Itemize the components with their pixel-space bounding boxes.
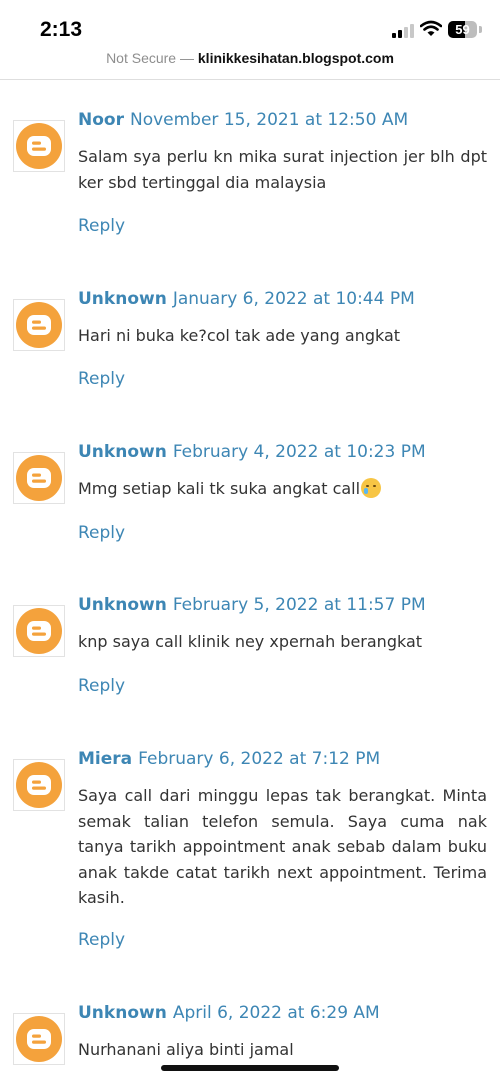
comment-text-wrap: Mmg setiap kali tk suka angkat call bbox=[78, 476, 487, 502]
reply-link[interactable]: Reply bbox=[78, 930, 125, 950]
comment-author[interactable]: Miera bbox=[78, 749, 132, 769]
comment-header: Unknown April 6, 2022 at 6:29 AM bbox=[78, 1003, 380, 1023]
blogger-logo-icon[interactable] bbox=[13, 452, 65, 504]
comment-header: Unknown February 4, 2022 at 10:23 PM bbox=[78, 442, 426, 462]
blogger-logo-icon[interactable] bbox=[13, 120, 65, 172]
status-time: 2:13 bbox=[40, 18, 83, 41]
comment-text: Hari ni buka ke?col tak ade yang angkat bbox=[78, 326, 401, 345]
comment-date[interactable]: January 6, 2022 at 10:44 PM bbox=[173, 289, 415, 309]
comment-header: Unknown January 6, 2022 at 10:44 PM bbox=[78, 289, 415, 309]
comment-text: Nurhanani aliya binti jamal bbox=[78, 1040, 294, 1059]
comment-text: Mmg setiap kali tk suka angkat call bbox=[78, 479, 361, 498]
status-bar: 2:13 59 bbox=[0, 0, 500, 50]
comment-author[interactable]: Noor bbox=[78, 110, 124, 130]
blogger-logo-icon[interactable] bbox=[13, 605, 65, 657]
comment-date[interactable]: April 6, 2022 at 6:29 AM bbox=[173, 1003, 380, 1023]
comment-date[interactable]: February 5, 2022 at 11:57 PM bbox=[173, 595, 426, 615]
reply-link[interactable]: Reply bbox=[78, 676, 125, 696]
header-divider bbox=[0, 79, 500, 80]
wifi-icon bbox=[419, 20, 443, 38]
blogger-logo-icon[interactable] bbox=[13, 759, 65, 811]
comment-text: Salam sya perlu kn mika surat injection … bbox=[78, 147, 487, 192]
comment-author[interactable]: Unknown bbox=[78, 289, 167, 309]
battery-level: 59 bbox=[455, 22, 470, 37]
reply-link[interactable]: Reply bbox=[78, 369, 125, 389]
address-bar[interactable]: Not Secure — klinikkesihatan.blogspot.co… bbox=[0, 50, 500, 78]
reply-link[interactable]: Reply bbox=[78, 523, 125, 543]
comment-date[interactable]: February 4, 2022 at 10:23 PM bbox=[173, 442, 426, 462]
cellular-signal-icon bbox=[392, 22, 414, 38]
home-indicator[interactable] bbox=[161, 1065, 339, 1071]
comment-author[interactable]: Unknown bbox=[78, 442, 167, 462]
comment-date[interactable]: November 15, 2021 at 12:50 AM bbox=[130, 110, 408, 130]
comment-header: Unknown February 5, 2022 at 11:57 PM bbox=[78, 595, 426, 615]
security-label: Not Secure bbox=[106, 50, 177, 66]
reply-link[interactable]: Reply bbox=[78, 216, 125, 236]
comment-header: Noor November 15, 2021 at 12:50 AM bbox=[78, 110, 408, 130]
comment-date[interactable]: February 6, 2022 at 7:12 PM bbox=[138, 749, 380, 769]
domain-label: klinikkesihatan.blogspot.com bbox=[197, 50, 394, 66]
comment-header: Miera February 6, 2022 at 7:12 PM bbox=[78, 749, 380, 769]
battery-icon: 59 bbox=[448, 21, 477, 38]
address-separator: — bbox=[176, 50, 198, 66]
comment-author[interactable]: Unknown bbox=[78, 595, 167, 615]
battery-cap bbox=[479, 26, 482, 33]
blogger-logo-icon[interactable] bbox=[13, 1013, 65, 1065]
comment-text: knp saya call klinik ney xpernah berangk… bbox=[78, 632, 423, 651]
comment-text: Saya call dari minggu lepas tak berangka… bbox=[78, 786, 487, 907]
face-holding-back-tears-icon bbox=[361, 478, 382, 498]
comment-author[interactable]: Unknown bbox=[78, 1003, 167, 1023]
blogger-logo-icon[interactable] bbox=[13, 299, 65, 351]
